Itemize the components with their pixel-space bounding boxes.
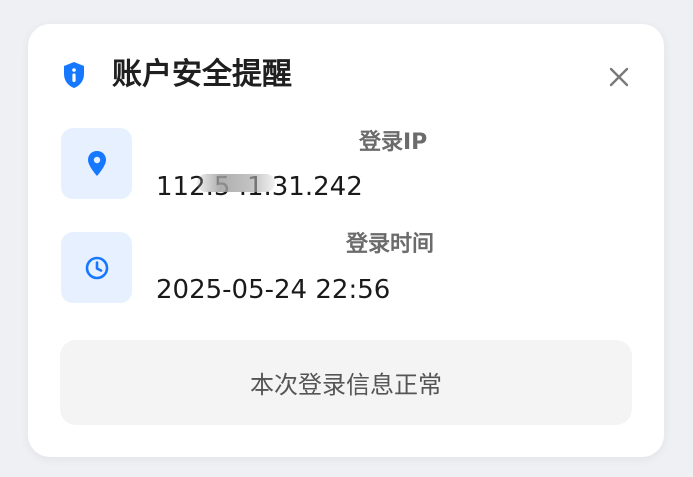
location-pin-icon	[87, 150, 106, 176]
login-status-box: 本次登录信息正常	[60, 340, 632, 425]
login-time-value: 2025-05-24 22:56	[156, 275, 391, 305]
ip-redaction-mask	[197, 174, 275, 192]
dialog-title: 账户安全提醒	[112, 57, 292, 92]
login-time-label: 登录时间	[346, 232, 435, 257]
login-status-text: 本次登录信息正常	[250, 371, 442, 399]
shield-info-icon	[62, 61, 86, 89]
login-ip-label: 登录IP	[359, 130, 428, 155]
clock-icon	[85, 256, 108, 279]
close-icon	[609, 67, 629, 87]
security-alert-dialog: 账户安全提醒 登录IP 112.5 .1.31.242 登录时间 2025-05…	[28, 24, 664, 457]
close-button[interactable]	[606, 64, 632, 90]
clock-icon-box	[61, 232, 132, 303]
location-icon-box	[61, 128, 132, 199]
